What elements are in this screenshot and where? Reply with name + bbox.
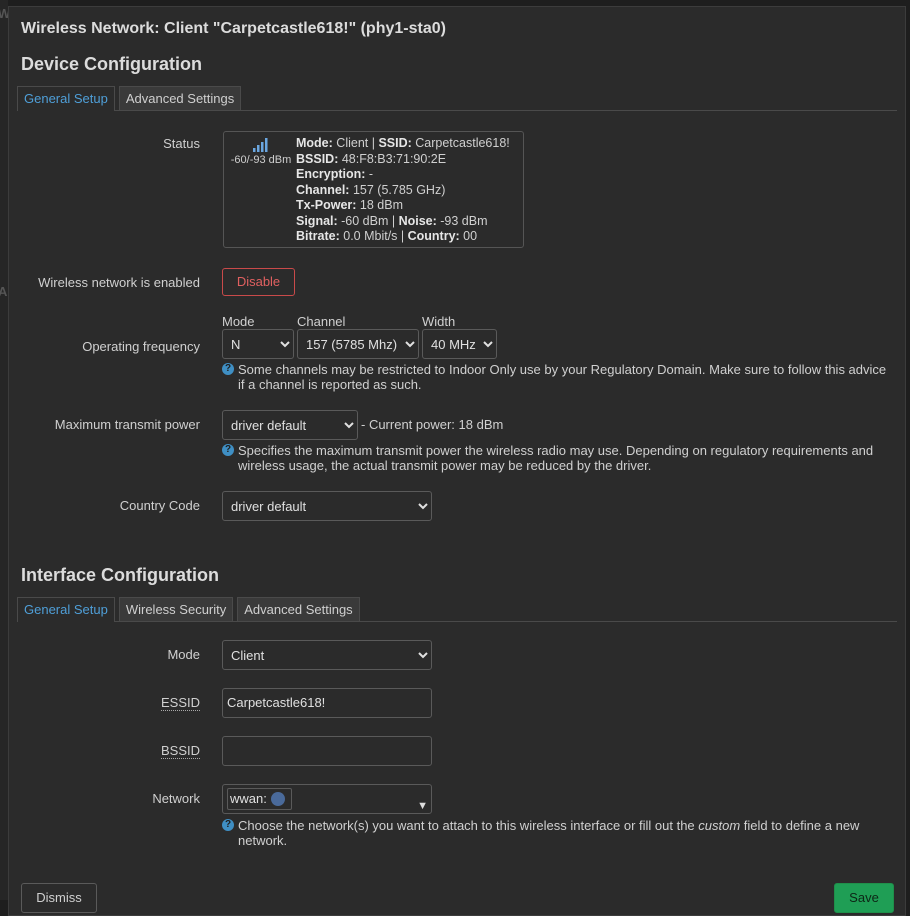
signal-indicator: -60/-93 dBm [228, 138, 294, 166]
help-icon: ? [222, 444, 234, 456]
dropdown-caret-icon: ▼ [417, 800, 428, 812]
dismiss-button[interactable]: Dismiss [21, 883, 97, 913]
save-button[interactable]: Save [834, 883, 894, 913]
network-dropdown[interactable]: wwan: ▼ [222, 784, 432, 814]
tab-interface-wireless-security[interactable]: Wireless Security [118, 597, 234, 621]
help-icon: ? [222, 819, 234, 831]
txpower-label: Maximum transmit power [54, 417, 200, 432]
wireless-interface-icon [270, 791, 285, 806]
tab-device-advanced-settings[interactable]: Advanced Settings [118, 86, 242, 110]
network-chip-wwan[interactable]: wwan: [227, 788, 292, 810]
freq-channel-label: Channel [297, 314, 346, 329]
network-label: Network [152, 791, 200, 806]
freq-channel-select[interactable]: 157 (5785 Mhz) [297, 329, 419, 359]
wireless-config-modal: Wireless Network: Client "Carpetcastle61… [8, 6, 906, 916]
bssid-input[interactable] [222, 736, 432, 766]
tab-interface-advanced-settings[interactable]: Advanced Settings [237, 597, 360, 621]
freq-width-label: Width [422, 314, 456, 329]
tab-interface-general-setup[interactable]: General Setup [17, 597, 115, 622]
iface-mode-label: Mode [167, 647, 200, 662]
country-select[interactable]: driver default [222, 491, 432, 521]
enabled-label: Wireless network is enabled [38, 275, 200, 290]
status-box: -60/-93 dBm Mode: Client | SSID: Carpetc… [223, 131, 524, 248]
iface-mode-select[interactable]: Client [222, 640, 432, 670]
freq-mode-label: Mode [222, 314, 255, 329]
txpower-select[interactable]: driver default [222, 410, 358, 440]
freq-label: Operating frequency [82, 339, 200, 354]
essid-label: ESSID [160, 695, 200, 711]
status-details: Mode: Client | SSID: Carpetcastle618! BS… [296, 136, 510, 243]
bssid-label: BSSID [160, 743, 200, 759]
modal-title: Wireless Network: Client "Carpetcastle61… [21, 20, 446, 37]
freq-width-select[interactable]: 40 MHz [422, 329, 497, 359]
device-config-heading: Device Configuration [21, 54, 203, 74]
tab-device-general-setup[interactable]: General Setup [17, 86, 115, 111]
disable-button[interactable]: Disable [222, 268, 295, 296]
freq-help: ? Some channels may be restricted to Ind… [222, 362, 892, 392]
device-config-tabs: General Setup Advanced Settings [17, 86, 897, 111]
txpower-current: - Current power: 18 dBm [361, 417, 504, 432]
interface-config-tabs: General Setup Wireless Security Advanced… [17, 597, 897, 622]
country-label: Country Code [119, 498, 200, 513]
background-page: W A [0, 0, 10, 900]
freq-mode-select[interactable]: N [222, 329, 294, 359]
essid-input[interactable]: Carpetcastle618! [222, 688, 432, 718]
status-label: Status [163, 136, 200, 151]
signal-text: -60/-93 dBm [230, 154, 292, 166]
help-icon: ? [222, 363, 234, 375]
signal-strength-icon [253, 138, 268, 152]
txpower-help: ? Specifies the maximum transmit power t… [222, 443, 892, 473]
network-help: ? Choose the network(s) you want to atta… [222, 818, 892, 848]
interface-config-heading: Interface Configuration [21, 565, 220, 585]
